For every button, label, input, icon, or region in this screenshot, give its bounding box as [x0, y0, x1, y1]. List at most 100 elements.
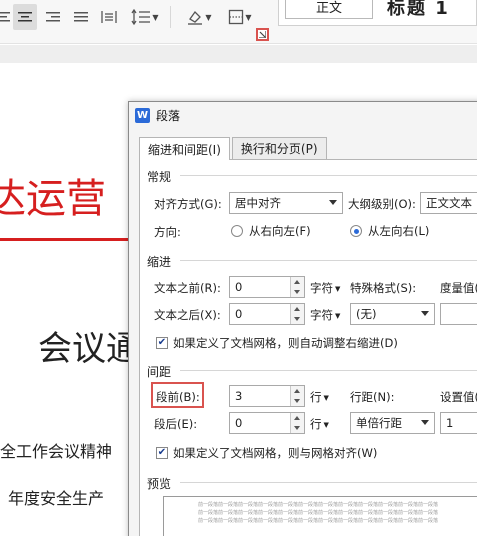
indent-after-unit-dropdown[interactable]: 字符 ▼ — [310, 307, 340, 323]
indent-before-label: 文本之前(R): — [154, 281, 221, 295]
indent-after-spinner[interactable]: 0 — [229, 303, 305, 325]
align-left-icon[interactable] — [0, 4, 10, 30]
snap-to-grid-checkbox[interactable]: ✔ 如果定义了文档网格，则与网格对齐(W) — [156, 445, 377, 461]
auto-adjust-indent-checkbox[interactable]: ✔ 如果定义了文档网格，则自动调整右缩进(D) — [156, 335, 398, 351]
alignment-value: 居中对齐 — [235, 196, 281, 210]
radio-selected-icon — [350, 225, 362, 237]
preview-sample-text: 前一段落前一段落前一段落前一段落前一段落前一段落前一段落前一段落前一段落前一段落… — [198, 510, 439, 516]
spinner-arrows-icon[interactable] — [290, 413, 304, 433]
general-group-label: 常规 — [147, 168, 176, 185]
direction-ltr-label: 从左向右(L) — [368, 224, 430, 238]
borders-icon[interactable]: ▼ — [224, 4, 256, 30]
indent-before-value: 0 — [235, 280, 243, 294]
document-title: 达运营 — [0, 176, 106, 222]
paragraph-dialog-launcher-icon[interactable] — [256, 28, 269, 41]
tab-line-page-breaks[interactable]: 换行和分页(P) — [231, 137, 327, 159]
ribbon-toolbar: ▼ ▼ ▼ 正文 标题 1 — [0, 0, 477, 44]
chevron-down-icon: ▼ — [245, 12, 252, 22]
align-right-icon[interactable] — [42, 4, 64, 30]
distributed-align-icon[interactable] — [98, 4, 120, 30]
snap-to-grid-label: 如果定义了文档网格，则与网格对齐(W) — [173, 446, 378, 460]
space-before-spinner[interactable]: 3 — [229, 385, 305, 407]
dialog-title: 段落 — [156, 108, 181, 123]
indent-after-unit: 字符 — [310, 308, 333, 322]
chevron-down-icon: ▼ — [335, 311, 341, 320]
justify-icon[interactable] — [70, 4, 92, 30]
preview-box: 前一段落前一段落前一段落前一段落前一段落前一段落前一段落前一段落前一段落前一段落… — [163, 496, 477, 536]
group-divider — [180, 482, 477, 483]
indent-before-spinner[interactable]: 0 — [229, 276, 305, 298]
direction-label: 方向: — [154, 225, 181, 239]
tab-panel: 常规 对齐方式(G): 居中对齐 大纲级别(O): 正文文本 方向: 从右向左(… — [139, 159, 477, 536]
shading-icon[interactable]: ▼ — [184, 4, 214, 30]
document-body-line: 全工作会议精神 — [0, 442, 113, 461]
line-spacing-value: 单倍行距 — [356, 416, 402, 430]
setting-value-label: 设置值(A): — [440, 390, 477, 404]
spinner-arrows-icon[interactable] — [290, 386, 304, 406]
space-before-unit-dropdown[interactable]: 行 ▼ — [310, 389, 329, 405]
alignment-select[interactable]: 居中对齐 — [229, 192, 343, 214]
spinner-arrows-icon[interactable] — [290, 304, 304, 324]
special-format-select[interactable]: (无) — [350, 303, 435, 325]
space-before-value: 3 — [235, 389, 243, 403]
preview-sample-text: 前一段落前一段落前一段落前一段落前一段落前一段落前一段落前一段落前一段落前一段落… — [198, 518, 439, 524]
line-spacing-icon[interactable]: ▼ — [128, 4, 162, 30]
line-spacing-select[interactable]: 单倍行距 — [350, 412, 435, 434]
tab-indent-spacing[interactable]: 缩进和间距(I) — [139, 137, 230, 160]
style-heading-1[interactable]: 标题 1 — [387, 0, 450, 20]
indent-after-label: 文本之后(X): — [154, 308, 221, 322]
space-after-unit-dropdown[interactable]: 行 ▼ — [310, 416, 329, 432]
space-after-unit: 行 — [310, 417, 322, 431]
group-divider — [180, 260, 477, 261]
measure-spinner[interactable] — [440, 303, 477, 325]
outline-level-value: 正文文本 — [426, 196, 472, 210]
direction-rtl-label: 从右向左(F) — [249, 224, 311, 238]
wps-writer-icon: W — [135, 107, 150, 123]
chevron-down-icon — [421, 420, 429, 425]
direction-rtl-radio[interactable]: 从右向左(F) — [231, 223, 311, 239]
align-center-icon[interactable] — [13, 4, 37, 30]
alignment-label: 对齐方式(G): — [154, 197, 222, 211]
spacing-group-label: 间距 — [147, 363, 176, 380]
radio-icon — [231, 225, 243, 237]
dialog-tabs: 缩进和间距(I) 换行和分页(P) — [139, 137, 329, 160]
chevron-down-icon: ▼ — [335, 284, 341, 293]
style-gallery: 正文 标题 1 — [278, 0, 477, 26]
chevron-down-icon: ▼ — [205, 12, 212, 22]
setting-value-spinner[interactable]: 1 — [440, 412, 477, 434]
preview-sample-text: 前一段落前一段落前一段落前一段落前一段落前一段落前一段落前一段落前一段落前一段落… — [198, 502, 439, 508]
chevron-down-icon — [329, 200, 337, 205]
special-format-label: 特殊格式(S): — [350, 281, 417, 295]
indent-before-unit: 字符 — [310, 281, 333, 295]
indent-after-value: 0 — [235, 307, 243, 321]
dialog-titlebar[interactable]: W 段落 — [129, 102, 477, 128]
direction-ltr-radio[interactable]: 从左向右(L) — [350, 223, 429, 239]
space-after-value: 0 — [235, 416, 243, 430]
space-after-spinner[interactable]: 0 — [229, 412, 305, 434]
setting-value: 1 — [446, 416, 454, 430]
outline-level-select[interactable]: 正文文本 — [420, 192, 477, 214]
spinner-arrows-icon[interactable] — [290, 277, 304, 297]
document-body-line: 年度安全生产 — [8, 489, 105, 508]
group-divider — [180, 175, 477, 176]
chevron-down-icon: ▼ — [323, 420, 329, 429]
paragraph-dialog: W 段落 缩进和间距(I) 换行和分页(P) 常规 对齐方式(G): 居中对齐 … — [128, 101, 477, 536]
special-format-value: (无) — [356, 307, 377, 321]
checkbox-checked-icon: ✔ — [156, 447, 168, 459]
toolbar-divider — [170, 6, 171, 28]
document-subtitle: 会议通 — [38, 329, 140, 369]
preview-group-label: 预览 — [147, 475, 176, 492]
indent-group-label: 缩进 — [147, 253, 176, 270]
line-spacing-label: 行距(N): — [350, 390, 395, 404]
group-divider — [180, 370, 477, 371]
chevron-down-icon — [421, 311, 429, 316]
outline-level-label: 大纲级别(O): — [348, 197, 416, 211]
indent-before-unit-dropdown[interactable]: 字符 ▼ — [310, 280, 340, 296]
checkbox-checked-icon: ✔ — [156, 337, 168, 349]
measure-label: 度量值(Y): — [440, 281, 477, 295]
style-normal[interactable]: 正文 — [285, 0, 373, 19]
auto-adjust-indent-label: 如果定义了文档网格，则自动调整右缩进(D) — [173, 336, 398, 350]
chevron-down-icon: ▼ — [323, 393, 329, 402]
space-before-unit: 行 — [310, 390, 322, 404]
space-after-label: 段后(E): — [154, 417, 198, 431]
